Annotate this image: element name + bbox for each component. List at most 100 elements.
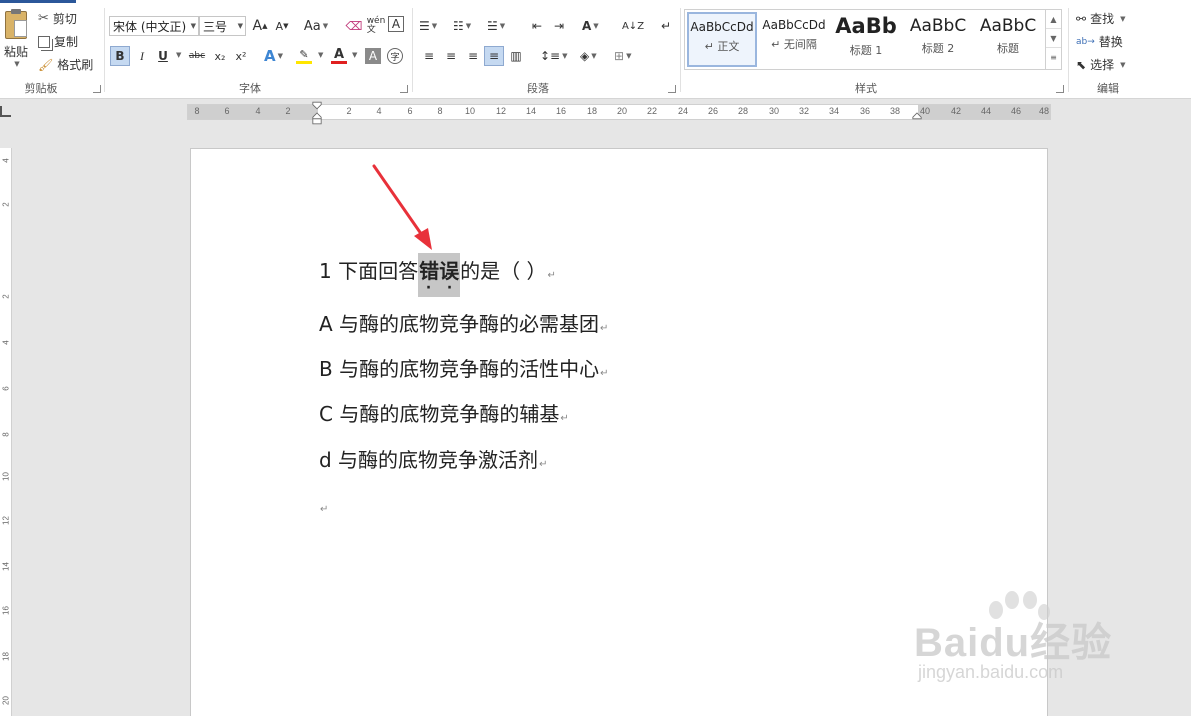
align-left-button[interactable]: ≡ <box>419 46 439 66</box>
underline-label: U <box>158 49 168 63</box>
phonetic-guide-button[interactable]: wén 文 <box>366 16 386 36</box>
clipboard-group-label: 剪贴板 <box>24 82 58 95</box>
empty-paragraph[interactable]: ↵ <box>319 493 328 517</box>
option-d-text: d 与酶的底物竞争激活剂 <box>319 448 539 472</box>
ribbon: 粘贴 ▼ ✂ 剪切 复制 🖌 格式刷 剪贴板 宋体 (中文正) ▼ 三号 ▼ A… <box>0 0 1191 99</box>
underline-dropdown[interactable]: ▼ <box>174 51 181 59</box>
style-sample: AaBbC <box>909 16 967 36</box>
distributed-button[interactable]: ▥ <box>506 46 526 66</box>
style-normal[interactable]: AaBbCcDd ↵ 正文 <box>687 12 757 67</box>
sort-button[interactable]: A↓Z <box>621 16 645 36</box>
question-paragraph[interactable]: 1 下面回答错误 · · 的是（ ）↵ <box>319 253 556 297</box>
shading-button[interactable]: ◈ ▼ <box>580 46 597 66</box>
paste-button[interactable]: 粘贴 ▼ <box>0 8 32 70</box>
paste-label: 粘贴 <box>3 44 28 59</box>
font-size-combo[interactable]: 三号 ▼ <box>199 16 246 36</box>
align-center-icon: ≡ <box>445 49 457 63</box>
shrink-font-button[interactable]: A ▼ <box>272 16 292 36</box>
decrease-indent-button[interactable]: ⇤ <box>527 16 547 36</box>
superscript-label: x² <box>235 49 247 63</box>
font-color-dropdown[interactable]: ▼ <box>350 51 357 59</box>
style-title[interactable]: AaBbC 标题 <box>973 12 1043 67</box>
style-sample: AaBbCcDd <box>762 18 826 32</box>
right-indent-marker[interactable] <box>912 100 922 126</box>
styles-launcher[interactable] <box>1056 85 1064 93</box>
font-color-button[interactable]: A <box>331 46 347 66</box>
italic-button[interactable]: I <box>132 46 152 66</box>
strikethrough-button[interactable]: abc <box>187 46 207 66</box>
vruler-tick: 4 <box>1 340 11 345</box>
format-painter-button[interactable]: 🖌 格式刷 <box>38 56 93 73</box>
vruler-tick: 8 <box>1 432 11 437</box>
chinese-layout-button[interactable]: A ▼ <box>582 16 599 36</box>
sort-icon: A↓Z <box>621 20 645 32</box>
font-name-combo[interactable]: 宋体 (中文正) ▼ <box>109 16 199 36</box>
selected-text[interactable]: 错误 · · <box>418 253 461 297</box>
style-heading-1[interactable]: AaBb 标题 1 <box>831 12 901 67</box>
underline-button[interactable]: U <box>153 46 173 66</box>
font-launcher[interactable] <box>400 85 408 93</box>
subscript-button[interactable]: x₂ <box>210 46 230 66</box>
ruler-tick: 6 <box>407 106 413 116</box>
first-line-indent-marker[interactable] <box>312 100 322 126</box>
option-b-paragraph[interactable]: B 与酶的底物竞争酶的活性中心↵ <box>319 353 608 382</box>
align-right-button[interactable]: ≡ <box>463 46 483 66</box>
multilevel-list-button[interactable]: ☱ ▼ <box>487 16 505 36</box>
increase-indent-button[interactable]: ⇥ <box>549 16 569 36</box>
line-spacing-button[interactable]: ↕≡ ▼ <box>540 46 568 66</box>
select-button[interactable]: ⬉ 选择 ▼ <box>1076 56 1125 73</box>
styles-more-button[interactable]: ≡ <box>1046 48 1061 67</box>
ruler-tick: 4 <box>376 106 382 116</box>
vruler-tick: 20 <box>1 696 11 705</box>
paragraph-launcher[interactable] <box>668 85 676 93</box>
vruler-tick: 16 <box>1 606 11 615</box>
borders-button[interactable]: ⊞ ▼ <box>614 46 631 66</box>
ruler-tick: 10 <box>464 106 476 116</box>
tab-selector-icon[interactable] <box>0 106 11 117</box>
find-label: 查找 <box>1090 12 1115 26</box>
document-page[interactable]: 1 下面回答错误 · · 的是（ ）↵ A 与酶的底物竞争酶的必需基团↵ B 与酶的底… <box>190 148 1048 716</box>
clipboard-launcher[interactable] <box>93 85 101 93</box>
superscript-button[interactable]: x² <box>231 46 251 66</box>
highlight-dropdown[interactable]: ▼ <box>316 51 323 59</box>
paragraph-mark: ↵ <box>560 413 569 424</box>
bold-button[interactable]: B <box>110 46 130 66</box>
clear-formatting-button[interactable]: ⌫ <box>344 16 364 36</box>
show-marks-button[interactable]: ↵ <box>656 16 676 36</box>
option-c-paragraph[interactable]: C 与酶的底物竞争酶的辅基↵ <box>319 398 569 427</box>
option-d-paragraph[interactable]: d 与酶的底物竞争激活剂↵ <box>319 444 547 473</box>
grow-font-button[interactable]: A ▲ <box>250 16 270 36</box>
vruler-tick: 2 <box>1 294 11 299</box>
enclose-characters-button[interactable]: 字 <box>387 48 403 64</box>
highlight-color-button[interactable]: ✎ <box>296 46 312 66</box>
cut-button[interactable]: ✂ 剪切 <box>38 10 77 27</box>
style-no-spacing[interactable]: AaBbCcDd ↵ 无间隔 <box>759 12 829 67</box>
ruler-tick: 8 <box>437 106 443 116</box>
change-case-button[interactable]: Aa ▼ <box>301 16 331 36</box>
paragraph-mark: ↵ <box>600 323 609 334</box>
character-border-button[interactable]: A <box>388 16 404 32</box>
justify-button[interactable]: ≡ <box>484 46 504 66</box>
paintbrush-icon: 🖌 <box>38 57 54 72</box>
replace-button[interactable]: ab→ 替换 <box>1076 33 1123 50</box>
option-a-paragraph[interactable]: A 与酶的底物竞争酶的必需基团↵ <box>319 308 608 337</box>
bullets-button[interactable]: ☰ ▼ <box>419 16 437 36</box>
find-button[interactable]: ⚯ 查找 ▼ <box>1076 10 1125 27</box>
copy-button[interactable]: 复制 <box>38 33 78 50</box>
text-effects-button[interactable]: A ▼ <box>264 46 283 66</box>
align-left-icon: ≡ <box>423 49 435 63</box>
style-heading-2[interactable]: AaBbC 标题 2 <box>903 12 973 67</box>
cut-label: 剪切 <box>52 12 77 26</box>
vertical-ruler[interactable]: 4 2 2 4 6 8 10 12 14 16 18 20 <box>0 148 12 716</box>
character-shading-button[interactable]: A <box>365 48 381 64</box>
align-center-button[interactable]: ≡ <box>441 46 461 66</box>
font-name-value: 宋体 (中文正) <box>113 19 187 34</box>
scroll-down-button[interactable]: ▼ <box>1046 29 1061 48</box>
numbering-button[interactable]: ☷ ▼ <box>453 16 471 36</box>
paragraph-mark: ↵ <box>547 270 556 281</box>
ruler-tick: 32 <box>798 106 810 116</box>
question-prefix: 1 下面回答 <box>319 259 419 283</box>
paint-bucket-icon: ◈ <box>580 49 590 63</box>
ruler-tick: 46 <box>1010 106 1022 116</box>
scroll-up-button[interactable]: ▲ <box>1046 10 1061 29</box>
